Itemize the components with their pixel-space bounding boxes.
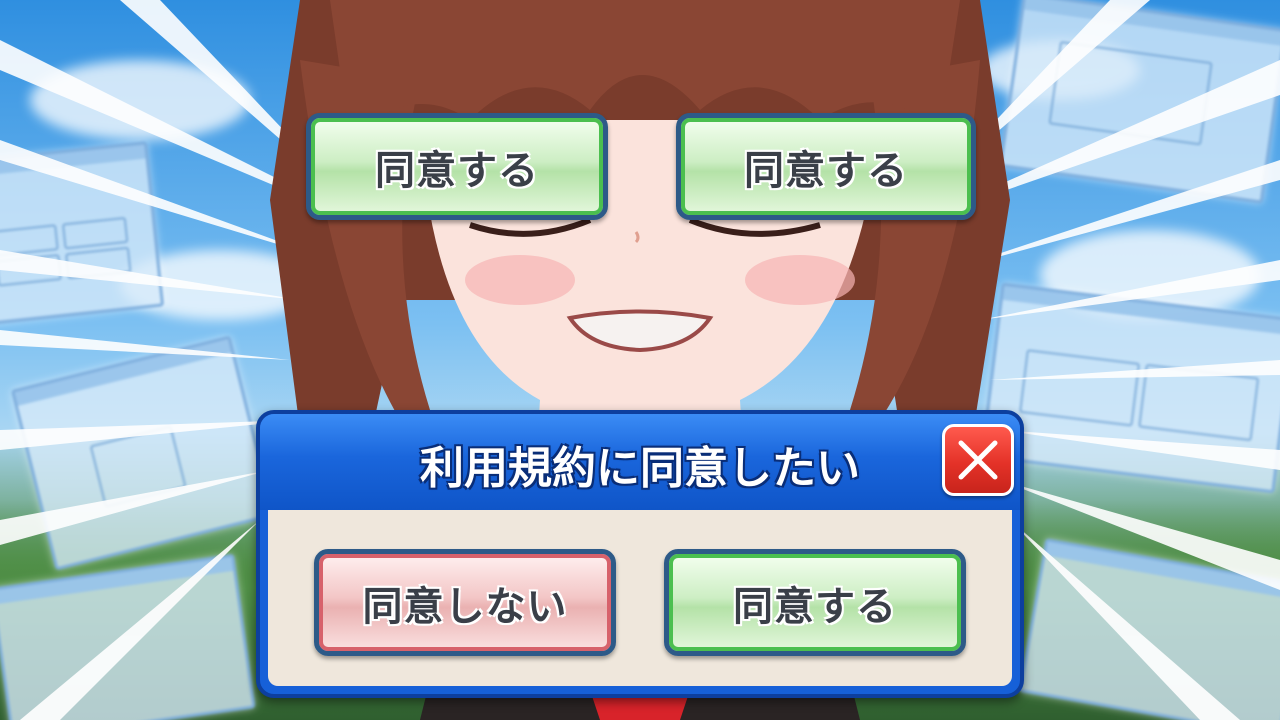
- dialog-title: 利用規約に同意したい: [420, 443, 860, 494]
- decline-label: 同意しない: [362, 583, 568, 630]
- close-button[interactable]: [942, 424, 1014, 496]
- close-icon: [958, 440, 998, 480]
- decline-button[interactable]: 同意しない: [314, 549, 616, 656]
- accept-label: 同意する: [733, 583, 897, 630]
- overlay-accept-button-left[interactable]: 同意する: [306, 113, 608, 220]
- overlay-accept-button-right[interactable]: 同意する: [676, 113, 976, 220]
- accept-button[interactable]: 同意する: [664, 549, 966, 656]
- overlay-accept-label-left: 同意する: [375, 147, 539, 194]
- overlay-accept-label-right: 同意する: [744, 147, 908, 194]
